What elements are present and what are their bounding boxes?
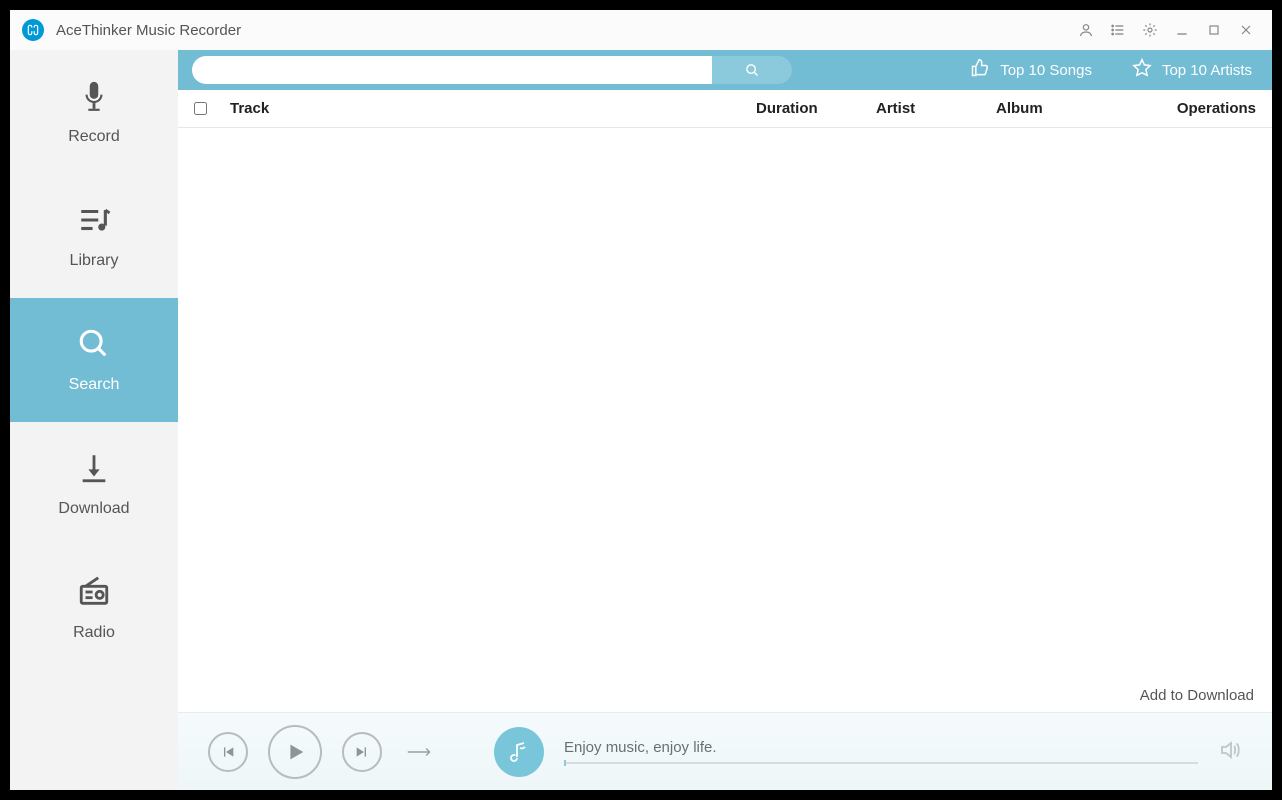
- sidebar-item-record[interactable]: Record: [10, 50, 178, 174]
- play-button[interactable]: [268, 725, 322, 779]
- column-album: Album: [996, 100, 1146, 117]
- star-icon: [1132, 58, 1152, 82]
- previous-button[interactable]: [208, 732, 248, 772]
- radio-icon: [76, 574, 112, 610]
- user-icon[interactable]: [1072, 16, 1100, 44]
- search-button[interactable]: [712, 56, 792, 84]
- search-icon: [76, 326, 112, 362]
- sidebar-item-label: Record: [68, 128, 120, 146]
- sidebar-item-search[interactable]: Search: [10, 298, 178, 422]
- search-input[interactable]: [192, 56, 712, 84]
- player-tagline: Enjoy music, enjoy life.: [564, 739, 1198, 756]
- app-logo: [22, 19, 44, 41]
- sidebar-item-label: Search: [69, 376, 120, 394]
- next-button[interactable]: [342, 732, 382, 772]
- sidebar-item-radio[interactable]: Radio: [10, 546, 178, 670]
- now-playing-info: Enjoy music, enjoy life.: [564, 739, 1198, 764]
- search-bar: Top 10 Songs Top 10 Artists: [178, 50, 1272, 90]
- titlebar: AceThinker Music Recorder: [10, 10, 1272, 50]
- column-artist: Artist: [876, 100, 996, 117]
- results-area: [178, 128, 1272, 678]
- volume-button[interactable]: [1218, 738, 1242, 765]
- repeat-mode-button[interactable]: [402, 744, 438, 760]
- gear-icon[interactable]: [1136, 16, 1164, 44]
- top-artists-link[interactable]: Top 10 Artists: [1112, 50, 1272, 90]
- thumbs-up-icon: [970, 58, 990, 82]
- maximize-button[interactable]: [1200, 16, 1228, 44]
- top-songs-label: Top 10 Songs: [1000, 62, 1092, 79]
- close-button[interactable]: [1232, 16, 1260, 44]
- sidebar-item-label: Radio: [73, 624, 115, 642]
- top-songs-link[interactable]: Top 10 Songs: [950, 50, 1112, 90]
- main-panel: Top 10 Songs Top 10 Artists Track Durati…: [178, 50, 1272, 790]
- player-bar: Enjoy music, enjoy life.: [178, 712, 1272, 790]
- sidebar: Record Library Search Download: [10, 50, 178, 790]
- footer-bar: Add to Download: [178, 678, 1272, 712]
- sidebar-item-library[interactable]: Library: [10, 174, 178, 298]
- sidebar-item-label: Library: [70, 252, 119, 270]
- select-all-checkbox[interactable]: [194, 102, 207, 115]
- column-duration: Duration: [756, 100, 876, 117]
- microphone-icon: [76, 78, 112, 114]
- minimize-button[interactable]: [1168, 16, 1196, 44]
- library-icon: [76, 202, 112, 238]
- list-icon[interactable]: [1104, 16, 1132, 44]
- table-header: Track Duration Artist Album Operations: [178, 90, 1272, 128]
- sidebar-item-label: Download: [58, 500, 129, 518]
- progress-bar[interactable]: [564, 762, 1198, 764]
- column-operations: Operations: [1146, 100, 1256, 117]
- sidebar-item-download[interactable]: Download: [10, 422, 178, 546]
- column-track: Track: [230, 100, 756, 117]
- app-window: AceThinker Music Recorder Record: [10, 10, 1272, 790]
- now-playing-icon: [494, 727, 544, 777]
- add-to-download-button[interactable]: Add to Download: [1140, 687, 1254, 704]
- download-icon: [76, 450, 112, 486]
- app-title: AceThinker Music Recorder: [56, 22, 241, 39]
- top-artists-label: Top 10 Artists: [1162, 62, 1252, 79]
